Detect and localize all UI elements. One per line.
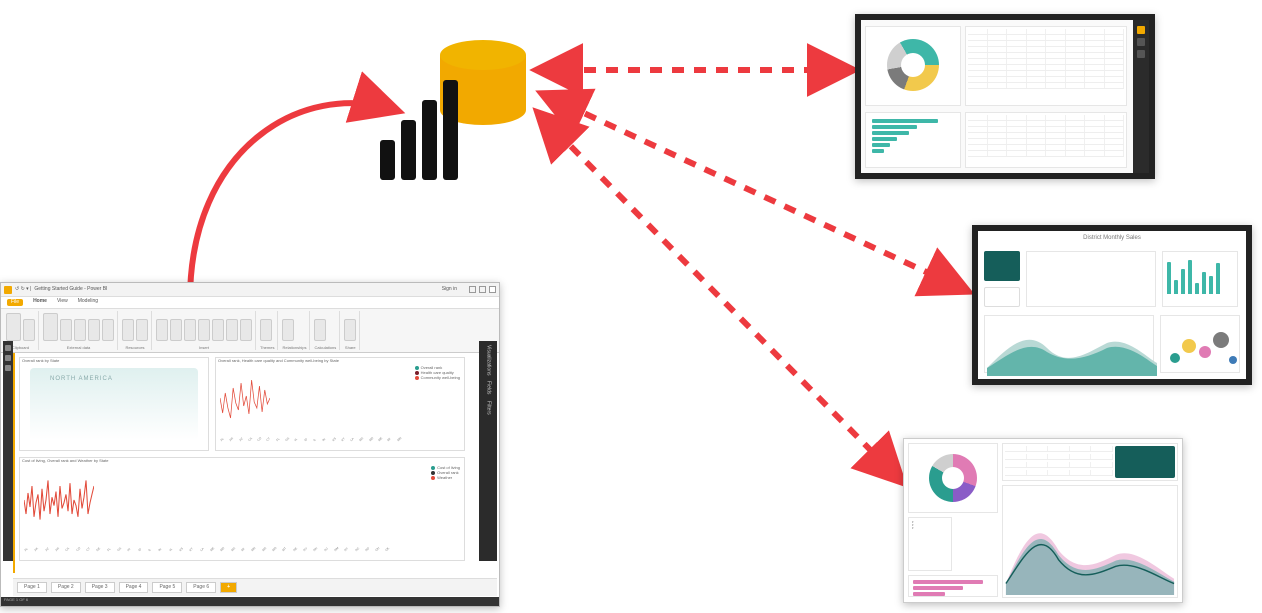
tab-file[interactable]: File — [7, 299, 23, 306]
report-dashboard-2: District Monthly Sales — [972, 225, 1252, 385]
combo-chart-1[interactable]: Overall rank, Health care quality and Co… — [215, 357, 465, 451]
desktop-app-thumbnail: ↺ ↻ ▾ | Getting Started Guide - Power BI… — [0, 282, 500, 607]
donut-chart-icon — [887, 39, 939, 91]
app-icon — [4, 286, 12, 294]
signin-link[interactable]: Sign in — [442, 287, 457, 292]
maximize-button[interactable] — [479, 286, 486, 293]
donut-chart-icon — [929, 454, 977, 502]
bubble-chart-icon — [1163, 318, 1243, 376]
power-bi-dataset-icon — [380, 40, 540, 180]
area-chart-icon — [1005, 488, 1175, 595]
page-tab[interactable]: Page 6 — [186, 582, 216, 593]
window-title: Getting Started Guide - Power BI — [34, 287, 107, 292]
page-tab[interactable]: Page 2 — [51, 582, 81, 593]
legend: Cost of living Overall rank Weather — [431, 466, 460, 481]
page-tab[interactable]: Page 1 — [17, 582, 47, 593]
report-dashboard-3: ▾▾▾ — [903, 438, 1183, 603]
ribbon: Clipboard External data Resources Insert… — [1, 309, 499, 353]
map-visual[interactable]: Overall rank by State NORTH AMERICA — [19, 357, 209, 451]
page-tab[interactable]: Page 5 — [152, 582, 182, 593]
page-tab[interactable]: Page 4 — [119, 582, 149, 593]
tab-home[interactable]: Home — [33, 299, 47, 306]
power-bi-bars-icon — [380, 80, 458, 180]
close-button[interactable] — [489, 286, 496, 293]
combo-chart-2[interactable]: Cost of living, Overall rank and Weather… — [19, 457, 465, 561]
ribbon-tabs: File Home View Modeling — [1, 297, 499, 309]
window-titlebar: ↺ ↻ ▾ | Getting Started Guide - Power BI… — [1, 283, 499, 297]
report-title: District Monthly Sales — [978, 235, 1246, 241]
tab-view[interactable]: View — [57, 299, 68, 306]
tab-modeling[interactable]: Modeling — [78, 299, 98, 306]
page-tabs: Page 1 Page 2 Page 3 Page 4 Page 5 Page … — [13, 578, 497, 596]
right-pane-rail[interactable]: Visualizations Fields Filters — [479, 341, 497, 561]
page-tab[interactable]: Page 3 — [85, 582, 115, 593]
report-dashboard-1 — [855, 14, 1155, 179]
area-chart-icon — [987, 318, 1157, 376]
report-canvas[interactable]: Overall rank by State NORTH AMERICA Over… — [13, 353, 479, 573]
legend: Overall rank Health care quality Communi… — [415, 366, 460, 381]
left-view-rail[interactable] — [3, 341, 13, 561]
add-page-button[interactable]: + — [220, 582, 237, 593]
statusbar: PAGE 1 OF 6 — [1, 597, 499, 606]
minimize-button[interactable] — [469, 286, 476, 293]
